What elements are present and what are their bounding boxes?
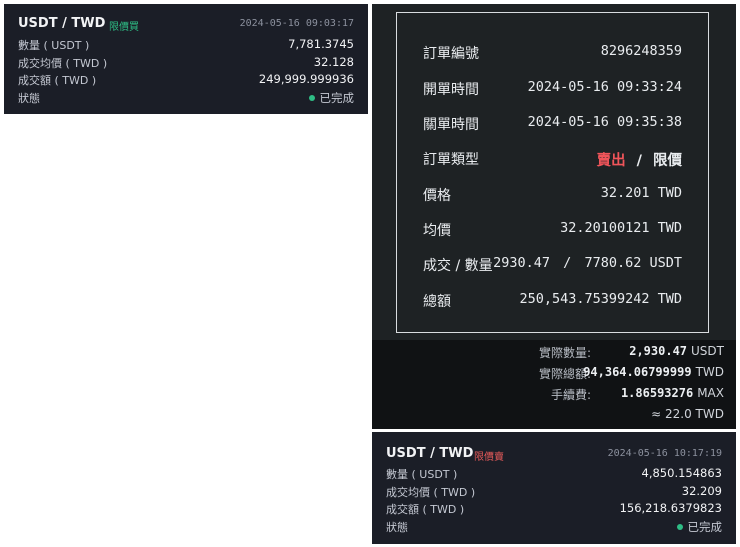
kind-limit-text: 限價 — [653, 153, 682, 169]
close-time-label: 關單時間 — [423, 117, 479, 133]
filled-amount-label: 成交 / 數量 — [423, 258, 493, 274]
avg-price-label: 均價 — [423, 223, 451, 239]
fee-row: 手續費: 1.86593276 MAX — [372, 386, 736, 402]
detail-row-filled-amount: 成交 / 數量 2930.47 / 7780.62 USDT — [397, 255, 708, 275]
actual-total-row: 實際總額: 94,364.06799999 TWD — [372, 365, 736, 381]
total-value: 250,543.75399242 TWD — [519, 291, 682, 307]
order-id-value: 8296248359 — [600, 43, 682, 59]
order-type-badge: 限價賣 — [474, 452, 504, 463]
filled-amount-value: 2930.47 / 7780.62 USDT — [493, 255, 682, 271]
fee-label: 手續費: — [550, 388, 591, 402]
filled-separator: / — [563, 255, 572, 271]
detail-row-order-type: 訂單類型 賣出 / 限價 — [397, 149, 708, 169]
fee-value: 1.86593276 MAX — [621, 386, 724, 400]
turnover-value: 156,218.6379823 — [619, 501, 722, 515]
avg-price-label: 成交均價 ( TWD ) — [18, 57, 108, 70]
open-time-value: 2024-05-16 09:33:24 — [527, 79, 682, 95]
status-row: 狀態 已完成 — [372, 519, 736, 535]
order-card-sell[interactable]: USDT / TWD 限價賣 2024-05-16 10:17:19 數量 ( … — [372, 432, 736, 544]
order-type-label: 訂單類型 — [423, 152, 479, 168]
fee-unit: MAX — [697, 386, 724, 400]
order-timestamp: 2024-05-16 09:03:17 — [239, 18, 354, 29]
type-separator: / — [636, 153, 642, 169]
filled-value: 2930.47 — [493, 255, 551, 271]
actual-qty-row: 實際數量: 2,930.47 USDT — [372, 344, 736, 360]
avg-price-row: 成交均價 ( TWD ) 32.209 — [372, 484, 736, 500]
order-type-value: 賣出 / 限價 — [597, 149, 682, 170]
turnover-label: 成交額 ( TWD ) — [18, 74, 97, 87]
quantity-row: 數量 ( USDT ) 7,781.3745 — [4, 37, 368, 53]
detail-row-close-time: 關單時間 2024-05-16 09:35:38 — [397, 114, 708, 134]
quantity-value: 7,781.3745 — [288, 37, 354, 51]
status-text: 已完成 — [319, 91, 355, 105]
side-sell-text: 賣出 — [596, 153, 626, 169]
detail-frame: 訂單編號 8296248359 開單時間 2024-05-16 09:33:24… — [396, 12, 709, 333]
detail-row-order-id: 訂單編號 8296248359 — [397, 43, 708, 63]
avg-price-label: 成交均價 ( TWD ) — [386, 486, 476, 499]
settlement-panel: 實際數量: 2,930.47 USDT 實際總額: 94,364.06799999… — [372, 340, 736, 429]
price-label: 價格 — [423, 188, 451, 204]
quantity-label: 數量 ( USDT ) — [386, 468, 458, 481]
actual-total-unit: TWD — [695, 365, 724, 379]
detail-row-price: 價格 32.201 TWD — [397, 185, 708, 205]
detail-row-total: 總額 250,543.75399242 TWD — [397, 291, 708, 311]
price-value: 32.201 TWD — [600, 185, 682, 201]
actual-total-value: 94,364.06799999 TWD — [583, 365, 724, 379]
status-label: 狀態 — [386, 521, 408, 534]
quantity-label: 數量 ( USDT ) — [18, 39, 90, 52]
avg-price-value: 32.209 — [681, 484, 722, 498]
quantity-value: 4,850.154863 — [641, 466, 722, 480]
actual-qty-label: 實際數量: — [538, 346, 591, 360]
order-detail-panel: 訂單編號 8296248359 開單時間 2024-05-16 09:33:24… — [372, 4, 736, 340]
detail-row-avg-price: 均價 32.20100121 TWD — [397, 220, 708, 240]
turnover-row: 成交額 ( TWD ) 156,218.6379823 — [372, 501, 736, 517]
pair-title: USDT / TWD — [18, 16, 106, 31]
fee-number: 1.86593276 — [620, 386, 694, 400]
open-time-label: 開單時間 — [423, 82, 479, 98]
actual-qty-value: 2,930.47 USDT — [629, 344, 724, 358]
pair-title: USDT / TWD — [386, 446, 474, 461]
order-id-label: 訂單編號 — [423, 46, 479, 62]
order-timestamp: 2024-05-16 10:17:19 — [607, 448, 722, 459]
status-text: 已完成 — [687, 520, 723, 534]
status-row: 狀態 已完成 — [4, 90, 368, 106]
order-type-badge: 限價買 — [109, 22, 139, 33]
detail-row-open-time: 開單時間 2024-05-16 09:33:24 — [397, 79, 708, 99]
turnover-value: 249,999.999936 — [258, 72, 354, 86]
actual-qty-unit: USDT — [691, 344, 724, 358]
turnover-row: 成交額 ( TWD ) 249,999.999936 — [4, 72, 368, 88]
avg-price-value: 32.128 — [313, 55, 354, 69]
actual-total-number: 94,364.06799999 — [583, 365, 692, 379]
total-label: 總額 — [423, 294, 451, 310]
close-time-value: 2024-05-16 09:35:38 — [527, 114, 682, 130]
avg-price-row: 成交均價 ( TWD ) 32.128 — [4, 55, 368, 71]
status-label: 狀態 — [18, 92, 40, 105]
status-dot-icon — [676, 524, 683, 530]
quantity-row: 數量 ( USDT ) 4,850.154863 — [372, 466, 736, 482]
status-value: 已完成 — [308, 90, 355, 106]
fee-approx-value: ≈ 22.0 TWD — [651, 407, 724, 421]
amount-value: 7780.62 USDT — [584, 255, 682, 271]
status-value: 已完成 — [676, 519, 723, 535]
avg-price-value: 32.20100121 TWD — [560, 220, 682, 236]
turnover-label: 成交額 ( TWD ) — [386, 503, 465, 516]
order-card-buy[interactable]: USDT / TWD 限價買 2024-05-16 09:03:17 數量 ( … — [4, 4, 368, 114]
status-dot-icon — [308, 95, 315, 101]
fee-approx-row: ≈ 22.0 TWD — [372, 407, 736, 423]
actual-qty-number: 2,930.47 — [629, 344, 688, 358]
